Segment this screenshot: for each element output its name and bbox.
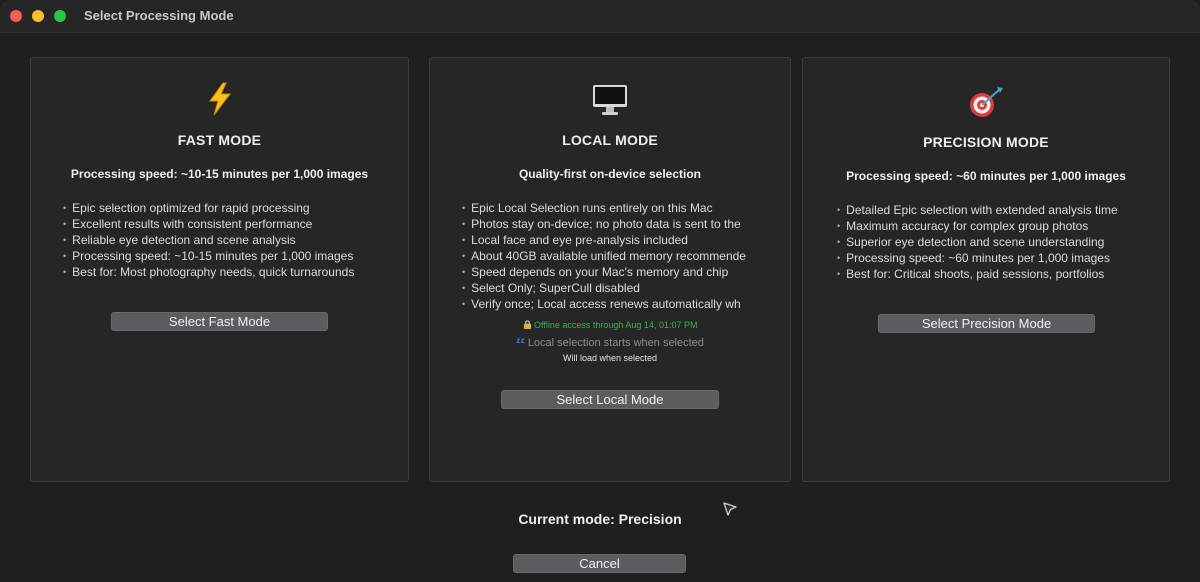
zoom-window-button[interactable] [54, 10, 66, 22]
list-item: Detailed Epic selection with extended an… [837, 203, 1167, 219]
fast-mode-speed: Processing speed: ~10-15 minutes per 1,0… [70, 167, 369, 181]
close-window-button[interactable] [10, 10, 22, 22]
window-title: Select Processing Mode [84, 8, 234, 23]
desktop-computer-icon [430, 83, 790, 125]
sleep-icon: ᶻᶻ [516, 335, 525, 349]
list-item: Local face and eye pre-analysis included [462, 233, 760, 249]
list-item: Speed depends on your Mac's memory and c… [462, 265, 760, 281]
select-precision-mode-button[interactable]: Select Precision Mode [878, 314, 1095, 333]
list-item: Processing speed: ~10-15 minutes per 1,0… [63, 249, 403, 265]
title-bar: Select Processing Mode [0, 0, 1200, 33]
list-item: Photos stay on-device; no photo data is … [462, 217, 760, 233]
fast-mode-card: FAST MODE Processing speed: ~10-15 minut… [30, 57, 409, 482]
local-selection-status: ᶻᶻ Local selection starts when selected [516, 335, 704, 349]
list-item: About 40GB available unified memory reco… [462, 249, 760, 265]
list-item: Reliable eye detection and scene analysi… [63, 233, 403, 249]
local-mode-title: LOCAL MODE [562, 132, 658, 148]
precision-mode-card: PRECISION MODE Processing speed: ~60 min… [802, 57, 1170, 482]
local-mode-features: Epic Local Selection runs entirely on th… [462, 201, 760, 313]
cancel-button[interactable]: Cancel [513, 554, 686, 573]
processing-mode-window: Select Processing Mode FAST MODE Process… [0, 0, 1200, 582]
list-item: Verify once; Local access renews automat… [462, 297, 760, 313]
select-local-mode-button[interactable]: Select Local Mode [501, 390, 719, 409]
current-mode-label: Current mode: Precision [518, 511, 682, 527]
list-item: Best for: Most photography needs, quick … [63, 265, 403, 281]
list-item: Best for: Critical shoots, paid sessions… [837, 267, 1167, 283]
target-icon [803, 85, 1169, 127]
select-fast-mode-button[interactable]: Select Fast Mode [111, 312, 328, 331]
fast-mode-title: FAST MODE [177, 132, 262, 148]
list-item: Epic selection optimized for rapid proce… [63, 201, 403, 217]
precision-mode-features: Detailed Epic selection with extended an… [837, 203, 1167, 283]
local-mode-card: LOCAL MODE Quality-first on-device selec… [429, 57, 791, 482]
list-item: Excellent results with consistent perfor… [63, 217, 403, 233]
list-item: Maximum accuracy for complex group photo… [837, 219, 1167, 235]
load-status: Will load when selected [562, 353, 658, 363]
precision-mode-speed: Processing speed: ~60 minutes per 1,000 … [846, 169, 1126, 183]
mouse-pointer-icon [723, 502, 737, 516]
fast-mode-features: Epic selection optimized for rapid proce… [63, 201, 403, 281]
list-item: Epic Local Selection runs entirely on th… [462, 201, 760, 217]
list-item: Superior eye detection and scene underst… [837, 235, 1167, 251]
list-item: Processing speed: ~60 minutes per 1,000 … [837, 251, 1167, 267]
lock-icon [523, 320, 535, 330]
minimize-window-button[interactable] [32, 10, 44, 22]
list-item: Select Only; SuperCull disabled [462, 281, 760, 297]
local-mode-subtitle: Quality-first on-device selection [518, 167, 702, 181]
lightning-icon [31, 82, 408, 124]
precision-mode-title: PRECISION MODE [923, 134, 1049, 150]
offline-access-status: Offline access through Aug 14, 01:07 PM [430, 320, 790, 330]
